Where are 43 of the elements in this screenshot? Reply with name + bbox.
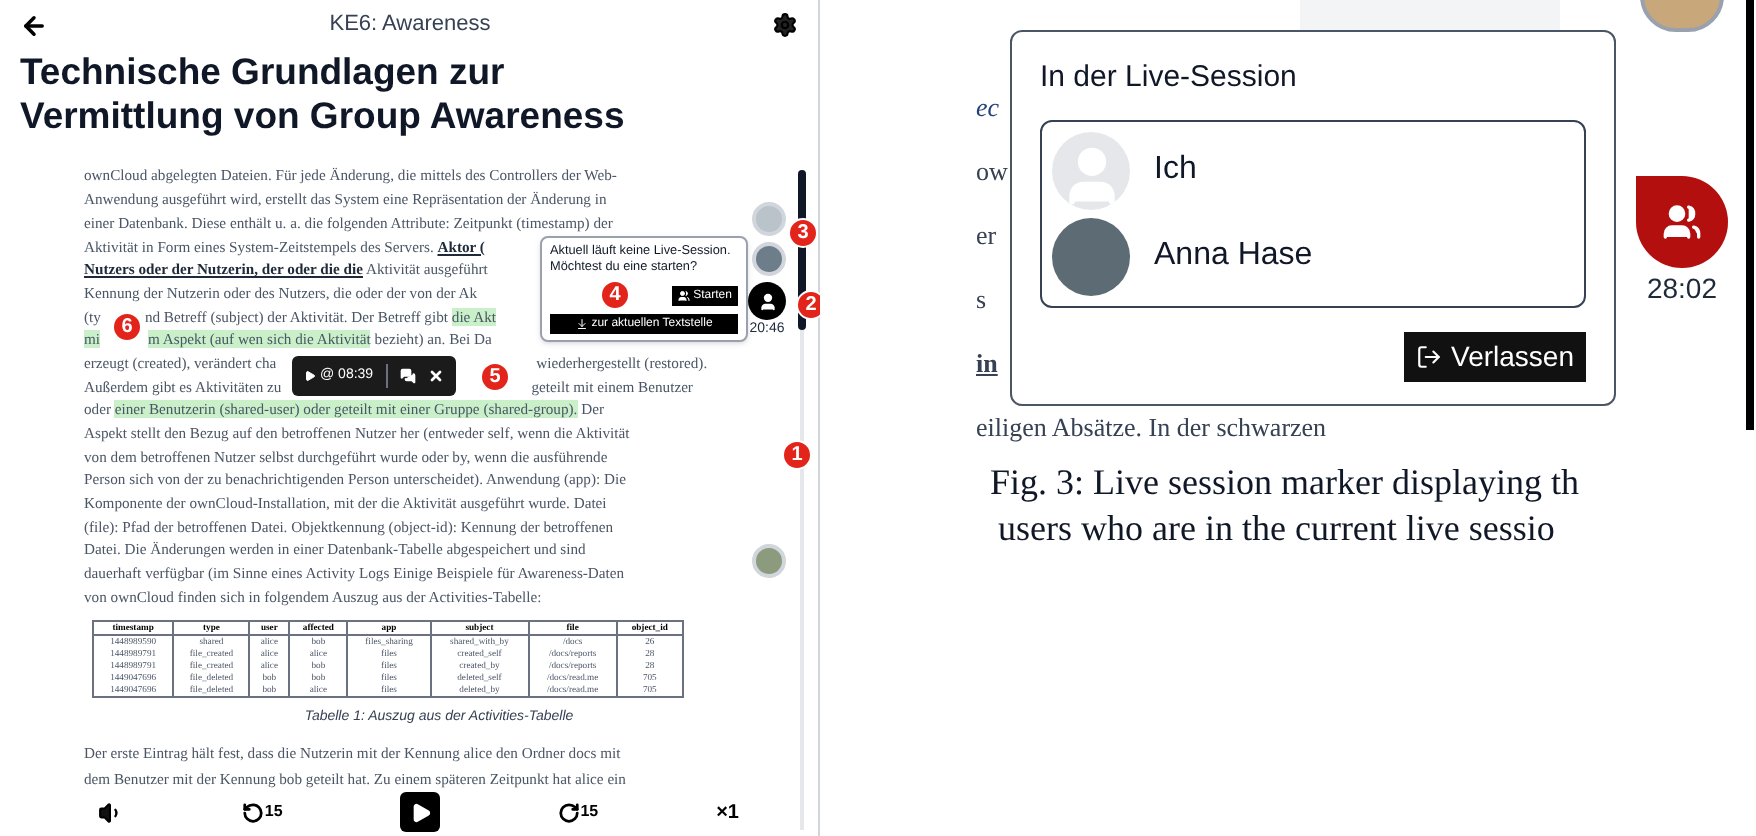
play-icon (304, 370, 316, 382)
figure-caption: users who are in the current live sessio (998, 506, 1555, 552)
number-badge: 1 (782, 440, 812, 470)
rewind-icon (242, 801, 265, 823)
number-badge: 6 (112, 312, 142, 342)
number-badge: 3 (788, 218, 818, 248)
popup-title: In der Live-Session (1040, 58, 1297, 98)
figure-caption: Fig. 3: Live session marker displaying th (990, 460, 1579, 506)
heading: Vermittlung von Group Awareness (20, 94, 625, 139)
text-fragment: er (976, 220, 997, 252)
text-fragment: ec (976, 92, 1000, 124)
text-fragment: in (976, 348, 998, 380)
speed-button[interactable]: ×1 (716, 797, 739, 827)
back-arrow-icon[interactable] (20, 11, 48, 40)
marker-time: 28:02 (1646, 270, 1718, 308)
user-marker[interactable] (748, 282, 786, 320)
participant-name: Anna Hase (1154, 236, 1313, 276)
close-icon[interactable] (427, 368, 444, 384)
arrow-down-icon (575, 318, 588, 330)
text-fragment: ow (976, 156, 1008, 188)
avatar (1052, 217, 1130, 295)
play-button[interactable] (400, 792, 441, 832)
avatar[interactable] (752, 544, 786, 578)
settings-icon[interactable] (771, 12, 798, 39)
people-icon (677, 290, 690, 302)
skip-back-button[interactable]: 15 (242, 800, 283, 824)
page-title: KE6: Awareness (329, 10, 491, 41)
text-fragment: eiligen Absätze. In der schwarzen (976, 412, 1327, 444)
text-fragment: s (976, 284, 987, 316)
forward-icon (558, 801, 581, 823)
number-badge: 5 (480, 362, 510, 392)
placeholder-avatar-icon (1052, 131, 1130, 209)
user-icon (757, 291, 777, 311)
participant-name: Ich (1154, 150, 1197, 190)
live-session-marker[interactable] (1636, 176, 1728, 268)
exit-icon (1415, 343, 1442, 369)
play-icon (409, 801, 432, 823)
comments-icon[interactable] (399, 368, 416, 384)
avatar[interactable] (752, 242, 786, 276)
heading: Technische Grundlagen zur (20, 50, 505, 95)
leave-button[interactable]: Verlassen (1403, 331, 1586, 381)
people-icon (1662, 202, 1702, 242)
skip-forward-button[interactable]: 15 (558, 800, 599, 824)
